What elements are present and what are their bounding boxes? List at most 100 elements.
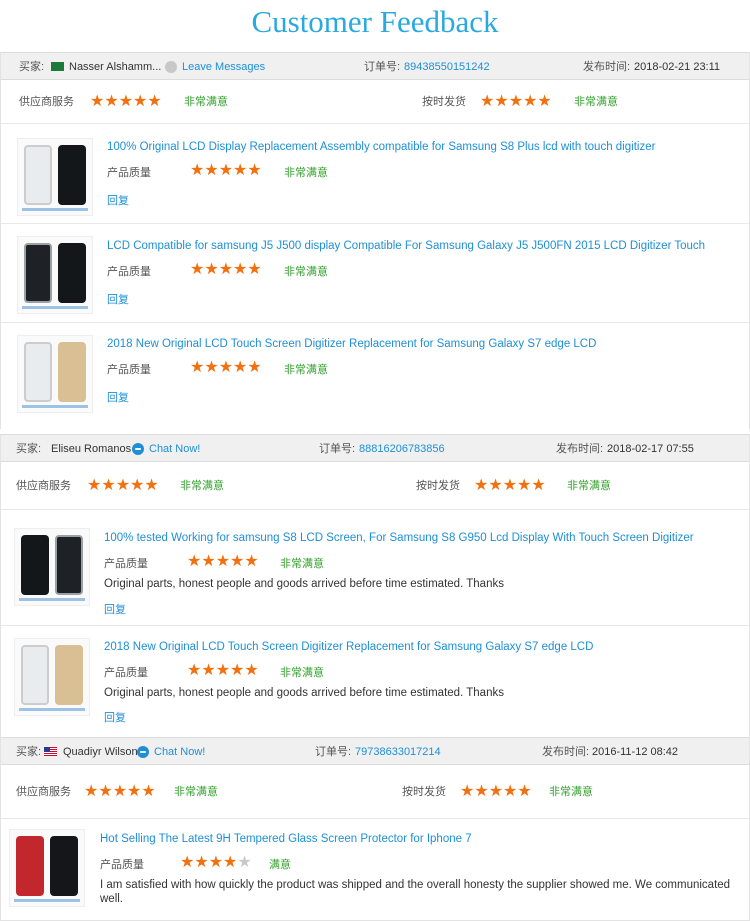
reply-link[interactable]: 回复 <box>104 709 126 725</box>
buyer-label: 买家: <box>16 443 42 455</box>
product-item: Hot Selling The Latest 9H Tempered Glass… <box>1 819 749 921</box>
thumbnail-caption <box>19 598 85 601</box>
phone-front-icon <box>24 243 52 303</box>
review-header: 买家: Quadiyr Wilson Chat Now! 订单号: 797386… <box>1 737 749 765</box>
supplier-stars: ★★★★★ <box>87 477 159 494</box>
product-title-link[interactable]: LCD Compatible for samsung J5 J500 displ… <box>107 240 705 252</box>
buyer-name: Quadiyr Wilson <box>63 746 138 758</box>
product-item: 2018 New Original LCD Touch Screen Digit… <box>1 323 749 429</box>
us-flag-icon <box>44 747 57 756</box>
quality-stars: ★★★★★ <box>187 553 259 570</box>
supplier-rating-text: 非常满意 <box>180 480 224 492</box>
phone-screen-icon <box>21 535 49 595</box>
quality-rating-text: 非常满意 <box>284 266 328 278</box>
product-item: LCD Compatible for samsung J5 J500 displ… <box>1 224 749 323</box>
product-thumbnail[interactable] <box>14 528 90 606</box>
thumbnail-caption <box>22 208 88 211</box>
review-comment-continued: well. <box>100 893 124 905</box>
quality-label: 产品质量 <box>107 167 151 179</box>
quality-label: 产品质量 <box>107 364 151 376</box>
reply-link[interactable]: 回复 <box>107 192 129 208</box>
shipping-rating-text: 非常满意 <box>574 96 618 108</box>
product-thumbnail[interactable] <box>17 138 93 216</box>
review-header: 买家: Eliseu Romanos Chat Now! 订单号: 888162… <box>1 434 749 462</box>
phone-screen-icon <box>50 836 78 896</box>
quality-stars: ★★★★★ <box>190 261 262 278</box>
quality-stars: ★★★★★ <box>190 359 262 376</box>
message-icon <box>165 61 177 73</box>
review-block: 买家: Nasser Alshamm... Leave Messages 订单号… <box>0 52 750 429</box>
phone-back-icon <box>55 535 83 595</box>
review-comment: Original parts, honest people and goods … <box>104 578 504 590</box>
review-block: 买家: Quadiyr Wilson Chat Now! 订单号: 797386… <box>0 737 750 921</box>
buyer-label: 买家: <box>19 61 45 73</box>
quality-stars: ★★★★★ <box>190 162 262 179</box>
chat-icon <box>132 443 144 455</box>
phone-front-icon <box>16 836 44 896</box>
order-label: 订单号: <box>364 61 401 73</box>
quality-label: 产品质量 <box>104 667 148 679</box>
review-time: 2016-11-12 08:42 <box>592 746 679 758</box>
shipping-rating-text: 非常满意 <box>567 480 611 492</box>
quality-label: 产品质量 <box>104 558 148 570</box>
quality-label: 产品质量 <box>100 859 144 871</box>
shipping-label: 按时发货 <box>422 96 466 108</box>
order-number[interactable]: 89438550151242 <box>404 53 490 81</box>
chat-icon <box>137 746 149 758</box>
product-title-link[interactable]: Hot Selling The Latest 9H Tempered Glass… <box>100 833 472 845</box>
order-number[interactable]: 79738633017214 <box>355 738 441 766</box>
buyer-name: Nasser Alshamm... <box>69 61 162 73</box>
shipping-stars: ★★★★★ <box>460 783 532 800</box>
review-comment: I am satisfied with how quickly the prod… <box>100 879 731 891</box>
supplier-rating-text: 非常满意 <box>174 786 218 798</box>
chat-now-link[interactable]: Chat Now! <box>149 435 200 463</box>
supplier-service-label: 供应商服务 <box>19 96 74 108</box>
product-thumbnail[interactable] <box>14 638 90 716</box>
shipping-label: 按时发货 <box>416 480 460 492</box>
product-item: 2018 New Original LCD Touch Screen Digit… <box>1 626 749 738</box>
empty-star-icon: ★ <box>237 854 252 871</box>
phone-front-icon <box>21 645 49 705</box>
product-title-link[interactable]: 2018 New Original LCD Touch Screen Digit… <box>104 641 593 653</box>
phone-front-icon <box>24 342 52 402</box>
quality-rating-text: 非常满意 <box>280 558 324 570</box>
quality-stars: ★★★★★ <box>187 662 259 679</box>
buyer-label: 买家: <box>16 746 42 758</box>
reply-link[interactable]: 回复 <box>107 291 129 307</box>
review-block: 买家: Eliseu Romanos Chat Now! 订单号: 888162… <box>0 434 750 738</box>
order-number[interactable]: 88816206783856 <box>359 435 445 463</box>
leave-messages-link[interactable]: Leave Messages <box>182 53 265 81</box>
saudi-flag-icon <box>51 62 64 71</box>
product-title-link[interactable]: 100% Original LCD Display Replacement As… <box>107 141 655 153</box>
rating-row: 供应商服务 ★★★★★ 非常满意 按时发货 ★★★★★ 非常满意 <box>1 80 749 124</box>
rating-row: 供应商服务 ★★★★★ 非常满意 按时发货 ★★★★★ 非常满意 <box>1 765 749 819</box>
buyer-name: Eliseu Romanos <box>51 443 132 455</box>
product-item: 100% Original LCD Display Replacement As… <box>1 124 749 224</box>
phone-front-icon <box>24 145 52 205</box>
phone-screen-icon <box>55 645 83 705</box>
time-label: 发布时间: <box>556 443 604 455</box>
shipping-stars: ★★★★★ <box>474 477 546 494</box>
product-title-link[interactable]: 100% tested Working for samsung S8 LCD S… <box>104 532 694 544</box>
product-title-link[interactable]: 2018 New Original LCD Touch Screen Digit… <box>107 338 596 350</box>
product-thumbnail[interactable] <box>17 236 93 314</box>
order-label: 订单号: <box>319 443 356 455</box>
rating-row: 供应商服务 ★★★★★ 非常满意 按时发货 ★★★★★ 非常满意 <box>1 462 749 510</box>
review-time: 2018-02-21 23:11 <box>634 61 721 73</box>
supplier-stars: ★★★★★ <box>84 783 156 800</box>
thumbnail-caption <box>22 306 88 309</box>
quality-stars: ★★★★★ <box>180 854 252 871</box>
review-time: 2018-02-17 07:55 <box>607 443 694 455</box>
chat-now-link[interactable]: Chat Now! <box>154 738 205 766</box>
product-thumbnail[interactable] <box>17 335 93 413</box>
supplier-service-label: 供应商服务 <box>16 786 71 798</box>
phone-screen-icon <box>58 243 86 303</box>
phone-screen-icon <box>58 145 86 205</box>
review-comment: Original parts, honest people and goods … <box>104 687 504 699</box>
phone-screen-icon <box>58 342 86 402</box>
product-thumbnail[interactable] <box>9 829 85 907</box>
reply-link[interactable]: 回复 <box>107 389 129 405</box>
quality-rating-text: 非常满意 <box>284 167 328 179</box>
supplier-rating-text: 非常满意 <box>184 96 228 108</box>
reply-link[interactable]: 回复 <box>104 601 126 617</box>
